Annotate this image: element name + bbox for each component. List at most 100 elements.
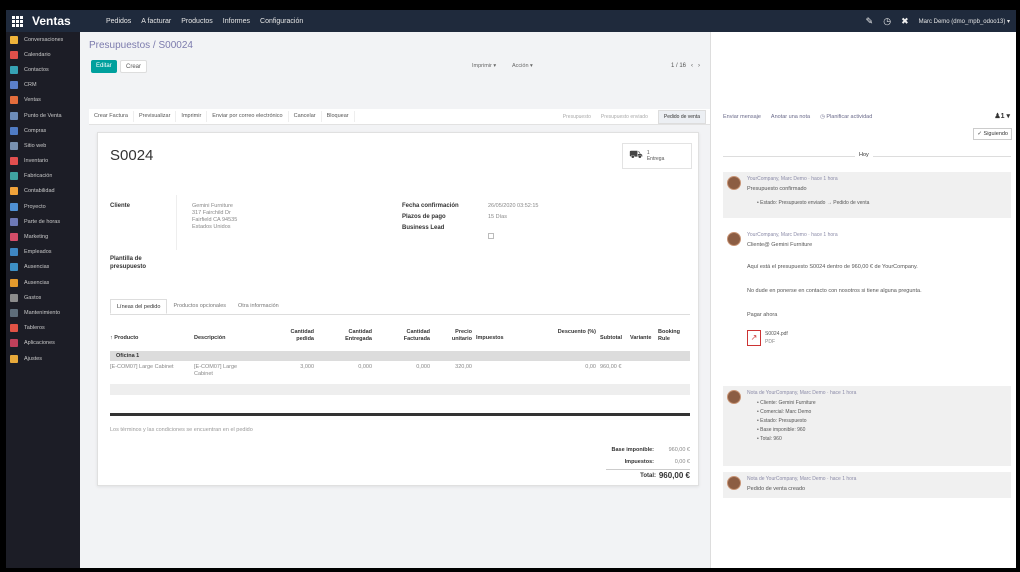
tab-order-lines[interactable]: Líneas del pedido bbox=[110, 299, 168, 314]
action-dropdown[interactable]: Acción ▾ bbox=[512, 63, 533, 69]
order-name: S0024 bbox=[110, 147, 154, 164]
preview-button[interactable]: Previsualizar bbox=[134, 111, 177, 122]
sidebar-item-parte-de-horas[interactable]: Parte de horas bbox=[6, 214, 80, 229]
sidebar-item-proyecto[interactable]: Proyecto bbox=[6, 199, 80, 214]
sidebar-item-label: Calendario bbox=[24, 51, 51, 58]
total-value: 960,00 € bbox=[658, 471, 690, 480]
section-row[interactable]: Oficina 1 bbox=[110, 351, 690, 361]
terms-note[interactable]: Los términos y las condiciones se encuen… bbox=[110, 427, 253, 433]
sidebar-item-ajustes[interactable]: Ajustes bbox=[6, 351, 80, 366]
confirm-date-value[interactable]: 26/05/2020 03:52:15 bbox=[488, 203, 538, 210]
col-product[interactable]: ↑ Producto bbox=[110, 335, 138, 342]
col-subtotal[interactable]: Subtotal bbox=[600, 335, 622, 342]
sidebar-item-mantenimiento[interactable]: Mantenimiento bbox=[6, 305, 80, 320]
sidebar-item-label: Tableros bbox=[24, 325, 45, 332]
sidebar-item-conversaciones[interactable]: Conversaciones bbox=[6, 32, 80, 47]
col-qty[interactable]: Cantidad pedida bbox=[280, 329, 314, 343]
sidebar-item-ausencias[interactable]: Ausencias bbox=[6, 260, 80, 275]
send-message-button[interactable]: Enviar mensaje bbox=[723, 114, 761, 120]
stage-quotation-sent[interactable]: Presupuesto enviado bbox=[601, 114, 648, 120]
col-price[interactable]: Precio unitario bbox=[442, 329, 472, 343]
pager-value[interactable]: 1 / 16 bbox=[671, 63, 686, 69]
message-author[interactable]: Nota de YourCompany, Marc Demo · hace 1 … bbox=[747, 390, 856, 396]
stage-quotation[interactable]: Presupuesto bbox=[563, 114, 591, 120]
sidebar-item-punto-de-venta[interactable]: Punto de Venta bbox=[6, 108, 80, 123]
avatar[interactable] bbox=[727, 476, 741, 490]
log-note-button[interactable]: Anotar una nota bbox=[771, 114, 810, 120]
sidebar-item-inventario[interactable]: Inventario bbox=[6, 154, 80, 169]
sidebar-item-fabricación[interactable]: Fabricación bbox=[6, 169, 80, 184]
sidebar-item-calendario[interactable]: Calendario bbox=[6, 47, 80, 62]
clock-icon[interactable]: ◷ bbox=[883, 16, 891, 27]
tab-optional-products[interactable]: Productos opcionales bbox=[167, 299, 232, 314]
following-button[interactable]: ✓ Siguiendo bbox=[973, 128, 1012, 140]
col-discount[interactable]: Descuento (%) bbox=[556, 329, 596, 336]
sidebar-item-label: Contactos bbox=[24, 66, 49, 73]
sidebar-item-label: Punto de Venta bbox=[24, 112, 62, 119]
edit-button[interactable]: Editar bbox=[91, 60, 117, 73]
sidebar-item-contactos[interactable]: Contactos bbox=[6, 62, 80, 77]
menu-a-facturar[interactable]: A facturar bbox=[141, 18, 171, 25]
schedule-activity-button[interactable]: ◷ Planificar actividad bbox=[820, 114, 872, 120]
avatar[interactable] bbox=[727, 232, 741, 246]
col-booking-rule[interactable]: Booking Rule bbox=[658, 329, 690, 343]
message-author[interactable]: YourCompany, Marc Demo · hace 1 hora bbox=[747, 176, 838, 182]
sidebar-item-crm[interactable]: CRM bbox=[6, 78, 80, 93]
sidebar-item-ausencias[interactable]: Ausencias bbox=[6, 275, 80, 290]
close-icon[interactable]: ✖ bbox=[901, 16, 909, 27]
sidebar-item-ventas[interactable]: Ventas bbox=[6, 93, 80, 108]
print-dropdown[interactable]: Imprimir ▾ bbox=[472, 63, 496, 69]
attachment[interactable]: ↗ S0024.pdf PDF bbox=[747, 328, 807, 348]
user-menu[interactable]: Marc Demo (dmo_mpb_odoo13) ▾ bbox=[919, 18, 1010, 25]
sidebar-item-label: Gastos bbox=[24, 294, 42, 301]
chevron-left-icon[interactable]: ‹ bbox=[691, 63, 693, 69]
lock-button[interactable]: Bloquear bbox=[322, 111, 355, 122]
col-invoiced[interactable]: Cantidad Facturada bbox=[386, 329, 430, 343]
client-value[interactable]: Gemini Furniture 317 Fairchild Dr Fairfi… bbox=[192, 203, 237, 231]
avatar[interactable] bbox=[727, 390, 741, 404]
app-icon bbox=[10, 278, 18, 287]
print-button[interactable]: Imprimir bbox=[176, 111, 208, 122]
add-line-row[interactable] bbox=[110, 384, 690, 395]
message-text: Presupuesto confirmado bbox=[747, 186, 807, 192]
col-variant[interactable]: Variante bbox=[630, 335, 651, 342]
col-delivered[interactable]: Cantidad Entregada bbox=[328, 329, 372, 343]
sidebar-item-aplicaciones[interactable]: Aplicaciones bbox=[6, 336, 80, 351]
top-menu: Pedidos A facturar Productos Informes Co… bbox=[106, 18, 303, 25]
sidebar-item-compras[interactable]: Compras bbox=[6, 123, 80, 138]
create-invoice-button[interactable]: Crear Factura bbox=[89, 111, 134, 122]
pay-now-link[interactable]: Pagar ahora bbox=[747, 312, 777, 318]
chat-icon[interactable]: ✎ bbox=[866, 16, 874, 27]
sidebar-item-tableros[interactable]: Tableros bbox=[6, 321, 80, 336]
col-taxes[interactable]: Impuestos bbox=[476, 335, 504, 342]
send-email-button[interactable]: Enviar por correo electrónico bbox=[207, 111, 289, 122]
sidebar-item-marketing[interactable]: Marketing bbox=[6, 229, 80, 244]
menu-informes[interactable]: Informes bbox=[223, 18, 250, 25]
app-icon bbox=[10, 126, 18, 135]
message-author[interactable]: Nota de YourCompany, Marc Demo · hace 1 … bbox=[747, 476, 856, 482]
tab-other-info[interactable]: Otra información bbox=[232, 299, 285, 314]
sidebar-item-sitio-web[interactable]: Sitio web bbox=[6, 138, 80, 153]
menu-configuracion[interactable]: Configuración bbox=[260, 18, 303, 25]
sidebar-item-contabilidad[interactable]: Contabilidad bbox=[6, 184, 80, 199]
chevron-right-icon[interactable]: › bbox=[698, 63, 700, 69]
breadcrumb[interactable]: Presupuestos / S00024 bbox=[89, 40, 193, 51]
avatar[interactable] bbox=[727, 176, 741, 190]
sidebar-item-gastos[interactable]: Gastos bbox=[6, 290, 80, 305]
followers-button[interactable]: ♟1 ▾ bbox=[994, 112, 1010, 120]
delivery-smart-button[interactable]: ⛟ 1 Entrega bbox=[622, 143, 692, 169]
payment-terms-value[interactable]: 15 Días bbox=[488, 214, 507, 221]
menu-pedidos[interactable]: Pedidos bbox=[106, 18, 131, 25]
stage-sales-order[interactable]: Pedido de venta bbox=[657, 110, 706, 124]
business-lead-checkbox[interactable] bbox=[488, 233, 494, 239]
truck-icon: ⛟ bbox=[629, 149, 643, 161]
top-right-systray: ✎ ◷ ✖ Marc Demo (dmo_mpb_odoo13) ▾ bbox=[866, 10, 1010, 32]
menu-productos[interactable]: Productos bbox=[181, 18, 213, 25]
create-button[interactable]: Crear bbox=[120, 60, 148, 73]
table-row[interactable]: [E-COM07] Large Cabinet [E-COM07] Large … bbox=[110, 362, 690, 384]
message-author[interactable]: YourCompany, Marc Demo · hace 1 hora bbox=[747, 232, 838, 238]
app-menu-icon[interactable] bbox=[12, 16, 23, 27]
col-description[interactable]: Descripción bbox=[194, 335, 225, 342]
sidebar-item-empleados[interactable]: Empleados bbox=[6, 245, 80, 260]
cancel-button[interactable]: Cancelar bbox=[289, 111, 322, 122]
